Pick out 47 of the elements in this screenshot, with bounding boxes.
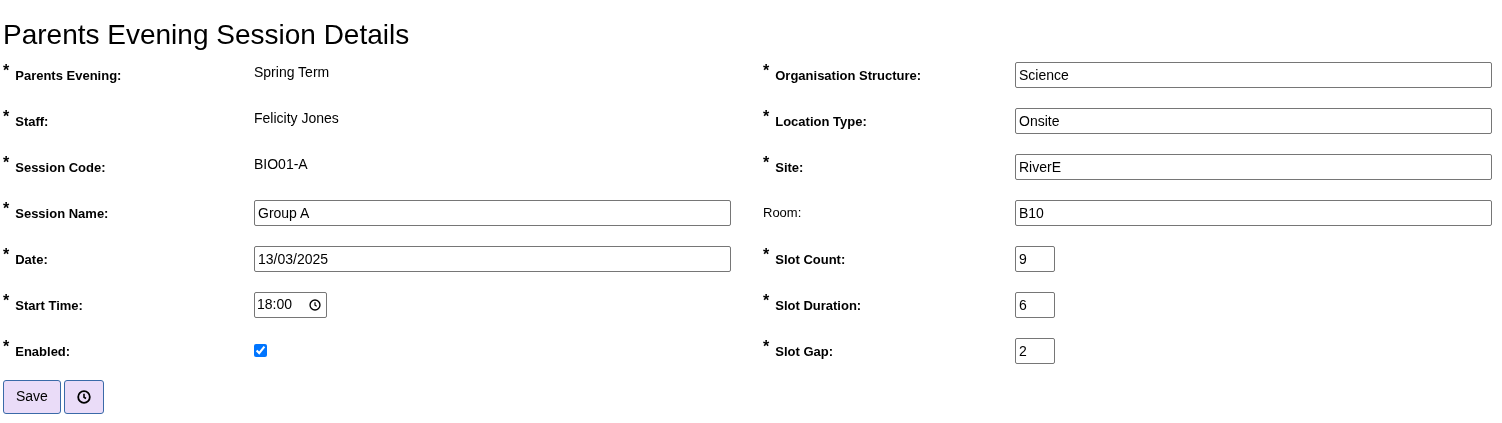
required-mark: * — [3, 155, 10, 172]
page-title: Parents Evening Session Details — [3, 18, 411, 52]
required-mark: * — [3, 339, 10, 356]
required-mark: * — [763, 155, 770, 172]
time-input[interactable]: 18:00 — [257, 294, 307, 316]
field-label: Staff: — [15, 113, 49, 132]
required-mark: * — [3, 63, 10, 80]
required-mark: * — [763, 63, 770, 80]
field-label: Organisation Structure: — [775, 67, 922, 86]
field-label: Date: — [15, 251, 48, 270]
required-mark: * — [3, 293, 10, 310]
required-mark: * — [3, 201, 10, 218]
text-field[interactable]: Group A — [254, 199, 731, 226]
field-value: Felicity Jones — [254, 108, 339, 128]
field-label: Site: — [775, 159, 804, 178]
field-value: Spring Term — [254, 62, 330, 82]
field-label: Location Type: — [775, 113, 867, 132]
field-label: Room: — [763, 203, 802, 222]
field-value: BIO01-A — [254, 154, 308, 174]
required-mark: * — [763, 293, 770, 310]
text-field[interactable]: Onsite — [1015, 107, 1492, 134]
clock-icon[interactable] — [309, 298, 321, 311]
text-field[interactable]: B10 — [1015, 199, 1492, 226]
required-mark: * — [763, 339, 770, 356]
field-label: Parents Evening: — [15, 67, 122, 86]
checkbox[interactable] — [254, 344, 267, 358]
required-mark: * — [3, 109, 10, 126]
required-mark: * — [3, 247, 10, 264]
field-label: Slot Count: — [775, 251, 846, 270]
field-label: Start Time: — [15, 297, 83, 316]
number-field[interactable]: 9 — [1015, 245, 1055, 272]
field-label: Session Name: — [15, 205, 109, 224]
required-mark: * — [763, 247, 770, 264]
field-label: Slot Duration: — [775, 297, 862, 316]
number-field[interactable]: 6 — [1015, 291, 1055, 318]
history-button[interactable] — [63, 379, 104, 414]
field-label: Slot Gap: — [775, 343, 833, 362]
time-picker[interactable]: 18:00 — [254, 291, 327, 318]
number-field[interactable]: 2 — [1015, 337, 1055, 364]
field-label: Session Code: — [15, 159, 106, 178]
text-field[interactable]: 13/03/2025 — [254, 245, 731, 272]
save-button[interactable]: Save — [3, 379, 61, 414]
text-field[interactable]: RiverE — [1015, 153, 1492, 180]
text-field[interactable]: Science — [1015, 61, 1492, 88]
field-label: Enabled: — [15, 343, 71, 362]
required-mark: * — [763, 109, 770, 126]
clock-icon — [76, 389, 91, 404]
